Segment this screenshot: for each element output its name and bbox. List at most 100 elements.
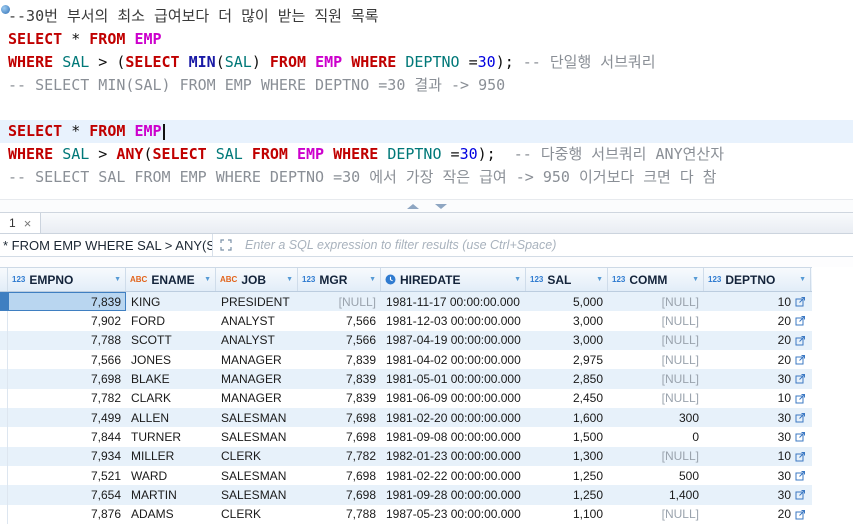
sql-editor[interactable]: --30번 부서의 최소 급여보다 더 많이 받는 직원 목록 SELECT * … <box>0 0 853 199</box>
cell-deptno[interactable]: 30 <box>704 466 811 485</box>
fk-navigate-icon[interactable] <box>795 451 806 462</box>
filter-dropdown-icon[interactable]: ▼ <box>593 276 603 283</box>
cell-job[interactable]: SALESMAN <box>216 466 298 485</box>
cell-hiredate[interactable]: 1987-05-23 00:00:00.000 <box>381 505 526 524</box>
row-gutter[interactable] <box>0 427 8 447</box>
column-header-mgr[interactable]: 123 MGR ▼ <box>298 268 381 291</box>
cell-comm[interactable]: [NULL] <box>608 447 704 466</box>
expand-filter-icon[interactable] <box>213 234 239 256</box>
cell-job[interactable]: CLERK <box>216 505 298 524</box>
row-gutter[interactable] <box>0 446 8 466</box>
cell-comm[interactable]: 0 <box>608 427 704 446</box>
cell-mgr[interactable]: 7,782 <box>298 447 381 466</box>
cell-empno[interactable]: 7,902 <box>8 311 126 330</box>
row-gutter[interactable] <box>0 388 8 408</box>
cell-empno[interactable]: 7,499 <box>8 408 126 427</box>
cell-job[interactable]: ANALYST <box>216 311 298 330</box>
cell-comm[interactable]: [NULL] <box>608 389 704 408</box>
cell-job[interactable]: SALESMAN <box>216 408 298 427</box>
cell-comm[interactable]: [NULL] <box>608 350 704 369</box>
cell-hiredate[interactable]: 1987-04-19 00:00:00.000 <box>381 331 526 350</box>
editor-line[interactable]: SELECT * FROM EMP <box>0 28 853 51</box>
cell-comm[interactable]: [NULL] <box>608 331 704 350</box>
fk-navigate-icon[interactable] <box>795 373 806 384</box>
cell-mgr[interactable]: 7,566 <box>298 311 381 330</box>
cell-ename[interactable]: KING <box>126 292 216 311</box>
editor-line[interactable]: SELECT * FROM EMP <box>0 120 853 143</box>
cell-ename[interactable]: MARTIN <box>126 485 216 504</box>
cell-sal[interactable]: 1,250 <box>526 466 608 485</box>
cell-empno[interactable]: 7,788 <box>8 331 126 350</box>
fk-navigate-icon[interactable] <box>795 296 806 307</box>
cell-hiredate[interactable]: 1981-09-08 00:00:00.000 <box>381 427 526 446</box>
filter-dropdown-icon[interactable]: ▼ <box>366 276 376 283</box>
editor-line[interactable]: WHERE SAL > ANY(SELECT SAL FROM EMP WHER… <box>0 143 853 166</box>
cell-ename[interactable]: WARD <box>126 466 216 485</box>
cell-comm[interactable]: 500 <box>608 466 704 485</box>
cell-mgr[interactable]: 7,698 <box>298 466 381 485</box>
row-gutter[interactable] <box>0 349 8 370</box>
cell-sal[interactable]: 1,250 <box>526 485 608 504</box>
cell-hiredate[interactable]: 1982-01-23 00:00:00.000 <box>381 447 526 466</box>
filter-dropdown-icon[interactable]: ▼ <box>689 276 699 283</box>
row-gutter[interactable] <box>0 311 8 331</box>
row-gutter[interactable] <box>0 292 8 312</box>
fk-navigate-icon[interactable] <box>795 489 806 500</box>
fk-navigate-icon[interactable] <box>795 470 806 481</box>
cell-hiredate[interactable]: 1981-06-09 00:00:00.000 <box>381 389 526 408</box>
column-header-hiredate[interactable]: HIREDATE ▼ <box>381 268 526 291</box>
cell-deptno[interactable]: 10 <box>704 292 811 311</box>
cell-ename[interactable]: ADAMS <box>126 505 216 524</box>
cell-empno[interactable]: 7,782 <box>8 389 126 408</box>
cell-sal[interactable]: 2,975 <box>526 350 608 369</box>
cell-job[interactable]: CLERK <box>216 447 298 466</box>
row-gutter[interactable] <box>0 485 8 505</box>
cell-mgr[interactable]: 7,698 <box>298 408 381 427</box>
cell-empno[interactable]: 7,844 <box>8 427 126 446</box>
cell-empno[interactable]: 7,876 <box>8 505 126 524</box>
cell-deptno[interactable]: 30 <box>704 369 811 388</box>
cell-mgr[interactable]: 7,839 <box>298 350 381 369</box>
fk-navigate-icon[interactable] <box>795 431 806 442</box>
cell-empno[interactable]: 7,698 <box>8 369 126 388</box>
row-gutter[interactable] <box>0 465 8 486</box>
cell-sal[interactable]: 5,000 <box>526 292 608 311</box>
cell-sal[interactable]: 2,850 <box>526 369 608 388</box>
cell-empno[interactable]: 7,566 <box>8 350 126 369</box>
column-header-job[interactable]: ABC JOB ▼ <box>216 268 298 291</box>
cell-hiredate[interactable]: 1981-02-22 00:00:00.000 <box>381 466 526 485</box>
row-gutter[interactable] <box>0 504 8 524</box>
fk-navigate-icon[interactable] <box>795 412 806 423</box>
filter-dropdown-icon[interactable]: ▼ <box>511 276 521 283</box>
fk-navigate-icon[interactable] <box>795 315 806 326</box>
maximize-results-icon[interactable] <box>434 203 447 209</box>
cell-empno[interactable]: 7,654 <box>8 485 126 504</box>
cell-deptno[interactable]: 30 <box>704 408 811 427</box>
fk-navigate-icon[interactable] <box>795 335 806 346</box>
cell-job[interactable]: SALESMAN <box>216 485 298 504</box>
cell-mgr[interactable]: 7,698 <box>298 427 381 446</box>
cell-deptno[interactable]: 30 <box>704 485 811 504</box>
cell-comm[interactable]: [NULL] <box>608 292 704 311</box>
cell-hiredate[interactable]: 1981-11-17 00:00:00.000 <box>381 292 526 311</box>
fk-navigate-icon[interactable] <box>795 354 806 365</box>
editor-line[interactable] <box>0 97 853 120</box>
cell-comm[interactable]: 1,400 <box>608 485 704 504</box>
cell-deptno[interactable]: 10 <box>704 389 811 408</box>
column-header-deptno[interactable]: 123 DEPTNO ▼ <box>704 268 811 291</box>
cell-ename[interactable]: ALLEN <box>126 408 216 427</box>
cell-comm[interactable]: [NULL] <box>608 369 704 388</box>
cell-mgr[interactable]: 7,839 <box>298 369 381 388</box>
filter-dropdown-icon[interactable]: ▼ <box>796 276 806 283</box>
cell-sal[interactable]: 1,500 <box>526 427 608 446</box>
close-icon[interactable]: × <box>24 217 32 230</box>
cell-ename[interactable]: TURNER <box>126 427 216 446</box>
cell-hiredate[interactable]: 1981-02-20 00:00:00.000 <box>381 408 526 427</box>
cell-empno[interactable]: 7,839 <box>8 292 126 312</box>
cell-mgr[interactable]: 7,566 <box>298 331 381 350</box>
cell-hiredate[interactable]: 1981-04-02 00:00:00.000 <box>381 350 526 369</box>
column-header-empno[interactable]: 123 EMPNO ▼ <box>8 268 126 291</box>
cell-ename[interactable]: FORD <box>126 311 216 330</box>
cell-ename[interactable]: JONES <box>126 350 216 369</box>
cell-ename[interactable]: SCOTT <box>126 331 216 350</box>
